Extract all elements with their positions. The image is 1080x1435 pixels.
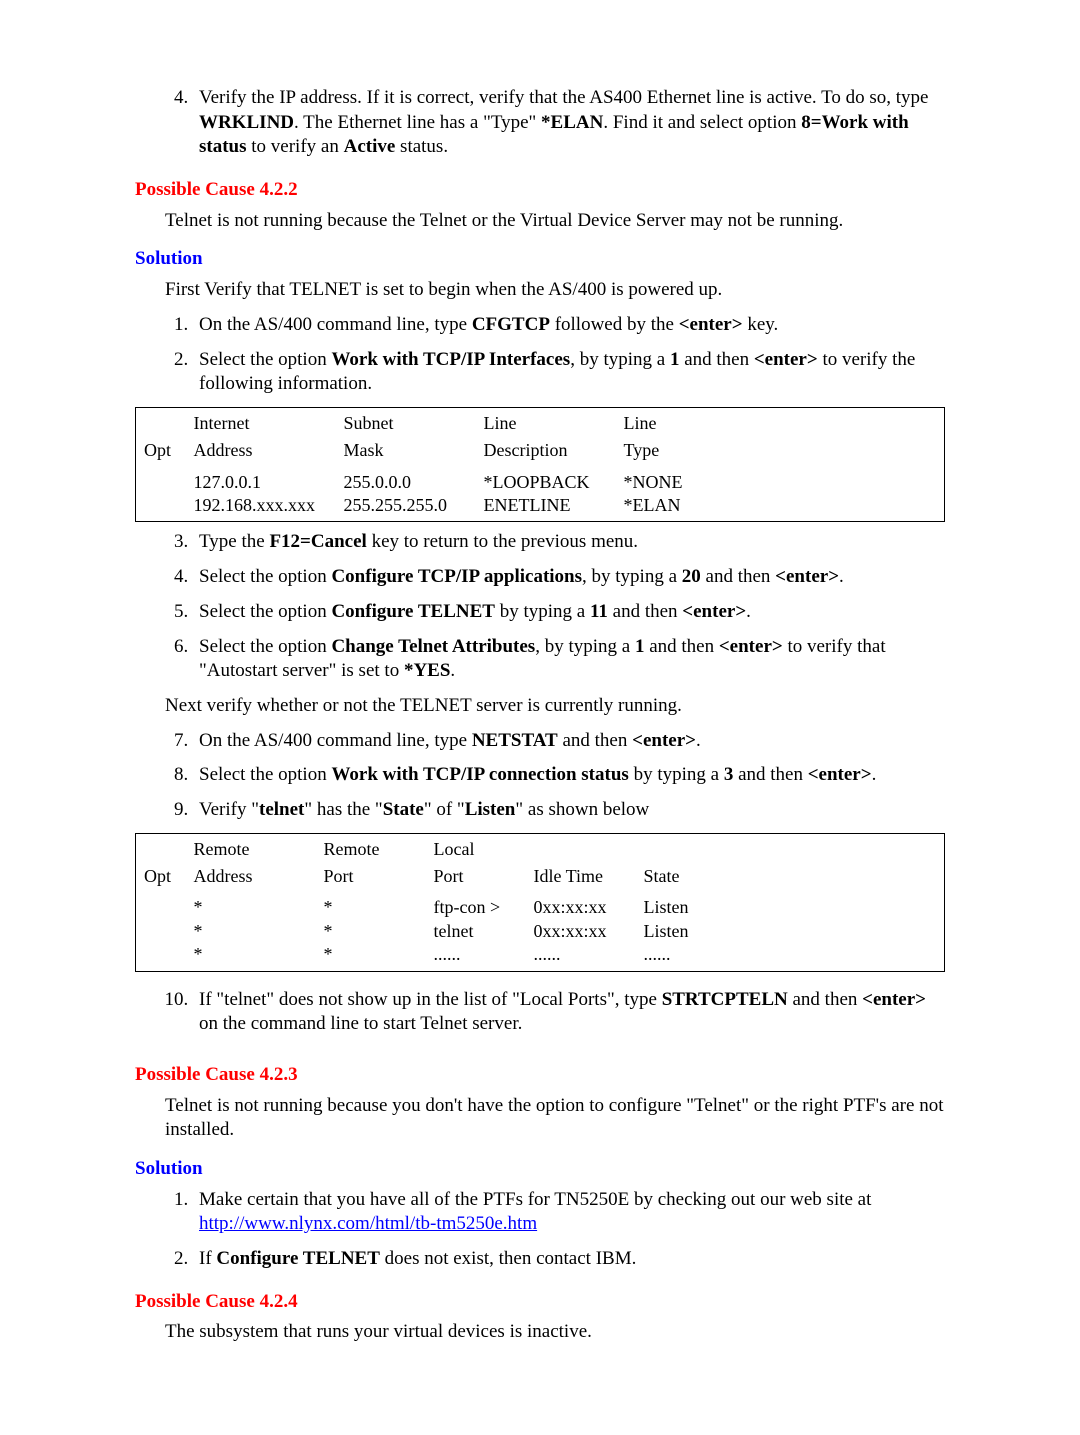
cause-424-heading: Possible Cause 4.2.4 — [135, 1290, 945, 1315]
sol1-step7: On the AS/400 command line, type NETSTAT… — [193, 729, 945, 754]
solution-1-list-d: If "telnet" does not show up in the list… — [165, 988, 945, 1037]
sol1-step3: Type the F12=Cancel key to return to the… — [193, 530, 945, 555]
sol1-step8: Select the option Work with TCP/IP conne… — [193, 763, 945, 788]
sol1-step1: On the AS/400 command line, type CFGTCP … — [193, 313, 945, 338]
solution-2-list: Make certain that you have all of the PT… — [165, 1188, 945, 1272]
sol1-step4: Select the option Configure TCP/IP appli… — [193, 565, 945, 590]
sol1-step2: Select the option Work with TCP/IP Inter… — [193, 348, 945, 397]
connections-table: RemoteRemoteLocal OptAddressPortPortIdle… — [135, 833, 945, 972]
interfaces-table: InternetSubnetLineLine OptAddressMaskDes… — [135, 407, 945, 523]
cause-423-heading: Possible Cause 4.2.3 — [135, 1063, 945, 1088]
sol1-step5: Select the option Configure TELNET by ty… — [193, 600, 945, 625]
cause-422-body: Telnet is not running because the Telnet… — [165, 209, 945, 234]
step-4: Verify the IP address. If it is correct,… — [193, 86, 945, 160]
solution-2-heading: Solution — [135, 1157, 945, 1182]
solution-1-list-c: On the AS/400 command line, type NETSTAT… — [165, 729, 945, 823]
sol2-step1: Make certain that you have all of the PT… — [193, 1188, 945, 1237]
cause-424-body: The subsystem that runs your virtual dev… — [165, 1320, 945, 1345]
sol1-step6: Select the option Change Telnet Attribut… — [193, 635, 945, 684]
next-verify-para: Next verify whether or not the TELNET se… — [165, 694, 945, 719]
sol2-step2: If Configure TELNET does not exist, then… — [193, 1247, 945, 1272]
solution-1-list-a: On the AS/400 command line, type CFGTCP … — [165, 313, 945, 397]
cause-422-heading: Possible Cause 4.2.2 — [135, 178, 945, 203]
nlynx-link[interactable]: http://www.nlynx.com/html/tb-tm5250e.htm — [199, 1213, 537, 1234]
solution-1-heading: Solution — [135, 247, 945, 272]
cause-423-body: Telnet is not running because you don't … — [165, 1094, 945, 1143]
solution-1-list-b: Type the F12=Cancel key to return to the… — [165, 530, 945, 683]
sol1-step9: Verify "telnet" has the "State" of "List… — [193, 798, 945, 823]
steps-upper: Verify the IP address. If it is correct,… — [165, 86, 945, 160]
sol1-step10: If "telnet" does not show up in the list… — [193, 988, 945, 1037]
solution-1-intro: First Verify that TELNET is set to begin… — [165, 278, 945, 303]
